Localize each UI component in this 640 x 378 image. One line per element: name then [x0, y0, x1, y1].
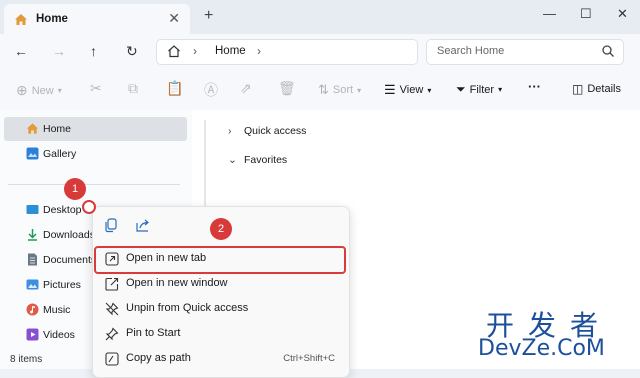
tab-close-icon[interactable]: ✕ [168, 10, 180, 27]
pictures-icon [26, 278, 39, 291]
new-label: New [31, 84, 54, 97]
address-field[interactable]: › Home › [156, 39, 418, 65]
chevron-down-icon: ▾ [427, 85, 432, 95]
sort-label: Sort [332, 84, 354, 96]
paste-icon[interactable]: 📋 [166, 80, 183, 97]
filter-icon: ⏷ [456, 82, 466, 96]
section-quick-access[interactable]: › Quick access [228, 125, 306, 137]
maximize-button[interactable]: ☐ [580, 6, 592, 22]
section-label: Quick access [244, 125, 307, 137]
unpin-icon [105, 302, 119, 316]
sidebar-item-label: Music [43, 304, 71, 316]
gallery-icon [26, 147, 39, 160]
home-icon [26, 122, 39, 135]
step-badge-1: 1 [64, 178, 86, 200]
sidebar-item-label: Documents [43, 254, 97, 266]
section-favorites[interactable]: ⌄ Favorites [228, 154, 287, 166]
minimize-button[interactable]: — [543, 6, 556, 21]
details-pane-icon: ◫ [572, 82, 584, 96]
pin-icon [105, 327, 119, 341]
search-icon [601, 44, 615, 61]
chevron-down-icon: ▾ [57, 86, 62, 95]
sidebar-item-gallery[interactable]: Gallery [4, 142, 187, 166]
sort-icon: ⇅ [318, 82, 329, 97]
breadcrumb-expand-icon[interactable]: › [257, 44, 261, 58]
chevron-right-icon: › [228, 125, 232, 137]
new-button[interactable]: ⊕ New ▾ [16, 82, 62, 99]
menu-item-copy-as-path[interactable]: Copy as path Ctrl+Shift+C [99, 347, 343, 371]
section-label: Favorites [244, 154, 288, 166]
view-icon: ☰ [384, 82, 396, 97]
sidebar-item-home[interactable]: Home [4, 117, 187, 141]
watermark: 开发者 DevZe.CoM [470, 304, 638, 368]
home-outline-icon [167, 44, 181, 61]
sidebar-item-label: Home [43, 123, 72, 135]
sidebar-item-label: Gallery [43, 148, 77, 160]
command-bar: ⊕ New ▾ ✂ ⧉ 📋 Ⓐ ⇗ 🗑 ⇅ Sort ▾ ☰ View ▾ ⏷ … [0, 68, 640, 111]
menu-item-unpin-quick-access[interactable]: Unpin from Quick access [99, 297, 343, 321]
menu-item-label: Unpin from Quick access [126, 302, 249, 314]
filter-label: Filter [469, 83, 495, 96]
sidebar-item-label: Downloads [43, 229, 95, 241]
documents-icon [26, 253, 39, 266]
open-new-window-icon [105, 277, 119, 291]
sidebar-item-label: Videos [43, 329, 75, 341]
view-button[interactable]: ☰ View ▾ [384, 82, 431, 98]
tab-home[interactable]: Home ✕ [4, 4, 190, 34]
view-label: View [399, 84, 424, 96]
share-icon[interactable] [135, 217, 153, 235]
details-label: Details [587, 83, 621, 95]
forward-button[interactable]: → [52, 43, 66, 59]
address-bar-row: ← → ↑ ↻ › Home › Search Home [0, 34, 640, 68]
new-tab-button[interactable]: + [204, 7, 213, 25]
click-target-marker [82, 200, 96, 214]
breadcrumb-home[interactable]: Home [215, 45, 246, 57]
cut-icon[interactable]: ✂ [90, 80, 102, 97]
refresh-button[interactable]: ↻ [126, 43, 138, 60]
close-window-button[interactable]: ✕ [617, 6, 628, 22]
watermark-en: DevZe.CoM [478, 336, 605, 361]
chevron-down-icon: ⌄ [228, 154, 237, 166]
details-button[interactable]: ◫ Details [572, 82, 621, 96]
sidebar-divider [8, 184, 180, 185]
tab-title: Home [36, 13, 68, 25]
delete-icon[interactable]: 🗑 [278, 80, 296, 97]
up-button[interactable]: ↑ [90, 43, 97, 59]
copy-icon[interactable]: ⧉ [128, 80, 138, 97]
title-bar: Home ✕ + — ☐ ✕ [0, 0, 640, 34]
chevron-down-icon: ▾ [498, 85, 503, 94]
music-icon [26, 303, 39, 316]
sort-button[interactable]: ⇅ Sort ▾ [318, 82, 361, 98]
search-box[interactable]: Search Home [426, 39, 624, 65]
menu-item-open-new-window[interactable]: Open in new window [99, 272, 343, 296]
videos-icon [26, 328, 39, 341]
menu-item-label: Copy as path [126, 352, 191, 364]
sidebar-item-label: Desktop [43, 204, 82, 216]
rename-icon[interactable]: Ⓐ [204, 80, 218, 100]
menu-item-label: Open in new window [126, 277, 228, 289]
breadcrumb-separator-icon[interactable]: › [193, 44, 197, 58]
copy-icon[interactable] [103, 217, 121, 235]
desktop-icon [26, 203, 39, 216]
new-icon: ⊕ [16, 82, 28, 98]
back-button[interactable]: ← [14, 43, 28, 59]
more-options-button[interactable]: ··· [528, 79, 541, 94]
home-icon [14, 13, 28, 29]
menu-item-pin-to-start[interactable]: Pin to Start [99, 322, 343, 346]
share-icon[interactable]: ⇗ [240, 80, 252, 97]
copy-path-icon [105, 352, 119, 366]
search-placeholder: Search Home [437, 45, 505, 57]
download-icon [26, 228, 39, 241]
menu-item-shortcut: Ctrl+Shift+C [283, 353, 335, 364]
chevron-down-icon: ▾ [357, 85, 362, 95]
highlight-box [94, 246, 346, 274]
filter-button[interactable]: ⏷ Filter ▾ [456, 82, 502, 97]
status-item-count: 8 items [10, 354, 43, 365]
sidebar-item-label: Pictures [43, 279, 81, 291]
step-badge-2: 2 [210, 218, 232, 240]
menu-item-label: Pin to Start [126, 327, 181, 339]
